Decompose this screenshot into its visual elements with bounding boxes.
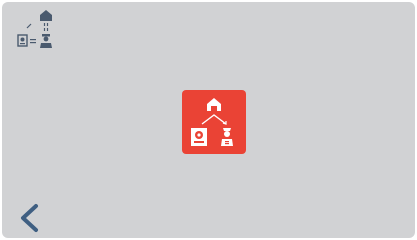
house-icon	[40, 10, 52, 21]
link-dashes-icon	[26, 23, 49, 33]
guard-icon	[40, 34, 52, 48]
door-station-icon	[17, 34, 28, 47]
guard-icon	[221, 128, 233, 146]
chevron-left-icon	[21, 204, 38, 232]
link-arrows-icon	[201, 114, 227, 125]
door-station-icon	[191, 128, 207, 146]
equals-icon	[30, 39, 36, 44]
back-button[interactable]	[16, 202, 44, 236]
house-icon	[207, 98, 221, 111]
call-guard-button[interactable]	[182, 90, 246, 154]
intercom-screen	[2, 2, 415, 238]
connection-status-diagram	[14, 8, 58, 50]
